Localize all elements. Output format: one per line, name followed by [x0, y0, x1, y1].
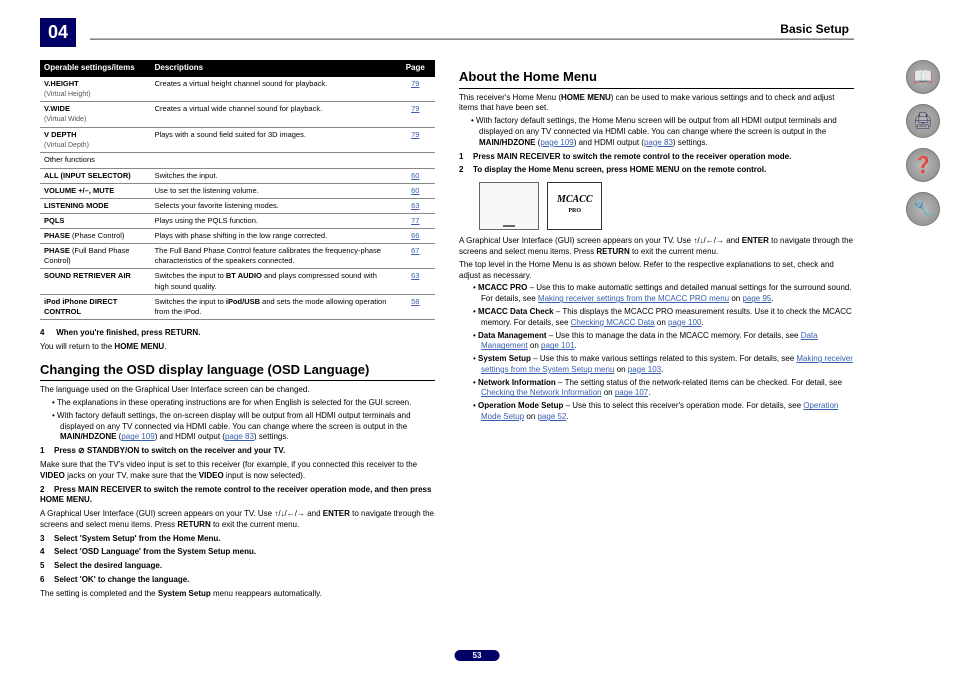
osd-step-5: 5Select the desired language. — [40, 561, 435, 572]
table-row: LISTENING MODESelects your favorite list… — [40, 198, 435, 213]
osd-bullet-2: With factory default settings, the on-sc… — [52, 411, 435, 443]
return-note: You will return to the HOME MENU. — [40, 342, 435, 353]
table-row: PHASE (Full Band Phase Control)The Full … — [40, 244, 435, 269]
home-intro: This receiver's Home Menu (HOME MENU) ca… — [459, 93, 854, 115]
osd-heading: Changing the OSD display language (OSD L… — [40, 361, 435, 382]
link-page-109[interactable]: page 109 — [121, 432, 154, 441]
link-topic[interactable]: Checking MCACC Data — [571, 318, 655, 327]
table-row: V DEPTH(Virtual Depth)Plays with a sound… — [40, 127, 435, 153]
table-row: Other functions — [40, 153, 435, 168]
home-step-1: 1Press MAIN RECEIVER to switch the remot… — [459, 152, 854, 163]
home-menu-item: Network Information – The setting status… — [473, 378, 854, 400]
link-page[interactable]: page 100 — [668, 318, 701, 327]
home-menu-item: MCACC PRO – Use this to make automatic s… — [473, 283, 854, 305]
home-menu-item: MCACC Data Check – This displays the MCA… — [473, 307, 854, 329]
home-bullet-1: With factory default settings, the Home … — [471, 116, 854, 148]
left-column: Operable settings/items Descriptions Pag… — [40, 60, 435, 635]
page-link[interactable]: 63 — [411, 271, 419, 280]
osd-step-1-note: Make sure that the TV's video input is s… — [40, 460, 435, 482]
home-menu-item: System Setup – Use this to make various … — [473, 354, 854, 376]
setup-icon[interactable]: 🔧 — [906, 192, 940, 226]
link-page[interactable]: page 107 — [615, 388, 648, 397]
table-row: ALL (INPUT SELECTOR)Switches the input.6… — [40, 168, 435, 183]
home-heading: About the Home Menu — [459, 68, 854, 89]
page-link[interactable]: 79 — [411, 104, 419, 113]
osd-step-1: 1Press ⊘ STANDBY/ON to switch on the rec… — [40, 446, 435, 457]
side-toolbar: 📖 🖨 ❓ 🔧 — [906, 60, 942, 236]
th-items: Operable settings/items — [40, 60, 151, 77]
osd-step-6: 6Select 'OK' to change the language. — [40, 575, 435, 586]
page-link[interactable]: 63 — [411, 201, 419, 210]
link-topic[interactable]: Checking the Network Information — [481, 388, 602, 397]
page-link[interactable]: 67 — [411, 246, 419, 255]
right-column: About the Home Menu This receiver's Home… — [459, 60, 854, 635]
link-page[interactable]: page 103 — [628, 365, 661, 374]
table-row: VOLUME +/–, MUTEUse to set the listening… — [40, 183, 435, 198]
table-row: V.WIDE(Virtual Wide)Creates a virtual wi… — [40, 102, 435, 128]
page-link[interactable]: 79 — [411, 130, 419, 139]
home-step-2: 2To display the Home Menu screen, press … — [459, 165, 854, 176]
osd-step-2: 2Press MAIN RECEIVER to switch the remot… — [40, 485, 435, 507]
header-rule — [90, 38, 854, 40]
page-link[interactable]: 77 — [411, 216, 419, 225]
page-link[interactable]: 79 — [411, 79, 419, 88]
link-page-109b[interactable]: page 109 — [540, 138, 573, 147]
book-icon[interactable]: 📖 — [906, 60, 940, 94]
header-title: Basic Setup — [780, 22, 849, 36]
page-link[interactable]: 66 — [411, 231, 419, 240]
chapter-badge: 04 — [40, 18, 76, 47]
settings-table: Operable settings/items Descriptions Pag… — [40, 60, 435, 320]
page-link[interactable]: 60 — [411, 186, 419, 195]
th-desc: Descriptions — [151, 60, 396, 77]
table-row: iPod iPhone DIRECT CONTROLSwitches the i… — [40, 294, 435, 319]
osd-step-3: 3Select 'System Setup' from the Home Men… — [40, 534, 435, 545]
osd-step-6-note: The setting is completed and the System … — [40, 589, 435, 600]
osd-bullet-1: The explanations in these operating inst… — [52, 398, 435, 409]
osd-intro: The language used on the Graphical User … — [40, 385, 435, 396]
page-link[interactable]: 58 — [411, 297, 419, 306]
link-page[interactable]: page 52 — [537, 412, 566, 421]
page-number: 53 — [455, 650, 500, 661]
osd-step-2-note: A Graphical User Interface (GUI) screen … — [40, 509, 435, 531]
home-menu-item: Operation Mode Setup – Use this to selec… — [473, 401, 854, 423]
tv-icon — [479, 182, 539, 230]
table-row: PQLSPlays using the PQLS function.77 — [40, 213, 435, 228]
link-topic[interactable]: Making receiver settings from the MCACC … — [538, 294, 729, 303]
link-page-83[interactable]: page 83 — [225, 432, 254, 441]
link-page[interactable]: page 101 — [541, 341, 574, 350]
help-icon[interactable]: ❓ — [906, 148, 940, 182]
table-row: PHASE (Phase Control)Plays with phase sh… — [40, 229, 435, 244]
home-menu-item: Data Management – Use this to manage the… — [473, 331, 854, 353]
link-page[interactable]: page 95 — [742, 294, 771, 303]
home-top-note: The top level in the Home Menu is as sho… — [459, 260, 854, 282]
osd-step-4: 4Select 'OSD Language' from the System S… — [40, 547, 435, 558]
link-page-83b[interactable]: page 83 — [644, 138, 673, 147]
step-4-finish: 4 When you're finished, press RETURN. — [40, 328, 435, 339]
home-gui-note: A Graphical User Interface (GUI) screen … — [459, 236, 854, 258]
device-icon[interactable]: 🖨 — [906, 104, 940, 138]
tv-figure: MCACC PRO — [479, 182, 854, 230]
table-row: V.HEIGHT(Virtual Height)Creates a virtua… — [40, 77, 435, 102]
th-page: Page — [396, 60, 436, 77]
table-row: SOUND RETRIEVER AIRSwitches the input to… — [40, 269, 435, 294]
page-link[interactable]: 60 — [411, 171, 419, 180]
mcacc-logo: MCACC PRO — [547, 182, 602, 230]
